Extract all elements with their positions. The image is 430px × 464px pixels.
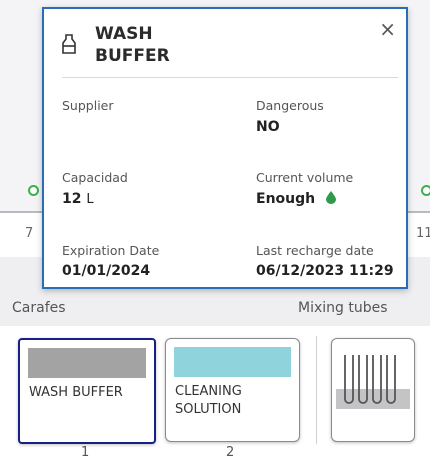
carafe-color-bar [174,347,291,377]
carafe-name: CLEANING SOLUTION [175,384,242,417]
carafe-name: WASH BUFFER [29,385,123,400]
last-recharge-value: 06/12/2023 11:29 [256,263,394,279]
expiration-date-value: 01/01/2024 [62,263,151,279]
bottle-icon [62,34,76,54]
dangerous-value: NO [256,119,280,135]
capacity-label: Capacidad [62,170,128,185]
supplier-label: Supplier [62,98,114,113]
dangerous-label: Dangerous [256,98,324,113]
carafe-details-popup: WASH BUFFER × Supplier Dangerous NO Capa… [42,7,408,289]
position-label-right: 11 [416,226,430,241]
slot-number-2: 2 [226,445,235,460]
popup-separator [62,77,398,78]
drop-icon [325,191,336,204]
popup-title: WASH BUFFER [95,24,170,66]
carafe-color-bar [28,348,146,378]
carafes-label: Carafes [12,300,66,316]
position-label-left: 7 [25,226,34,241]
status-dot-right [421,185,430,196]
mixing-tubes-label: Mixing tubes [298,300,388,316]
status-dot-left [28,185,39,196]
current-volume-label: Current volume [256,170,354,185]
expiration-date-label: Expiration Date [62,243,160,258]
capacity-value: 12 L [62,191,94,207]
carafe-slot-1[interactable]: WASH BUFFER [18,338,156,444]
slot-number-1: 1 [81,445,90,460]
test-tubes-icon [336,355,410,409]
carafe-slot-2[interactable]: CLEANING SOLUTION [165,338,300,442]
last-recharge-label: Last recharge date [256,243,374,258]
mixing-tubes-slot[interactable] [331,338,415,442]
current-volume-value: Enough [256,191,336,207]
close-button[interactable]: × [379,19,396,39]
tray-divider [316,336,317,444]
